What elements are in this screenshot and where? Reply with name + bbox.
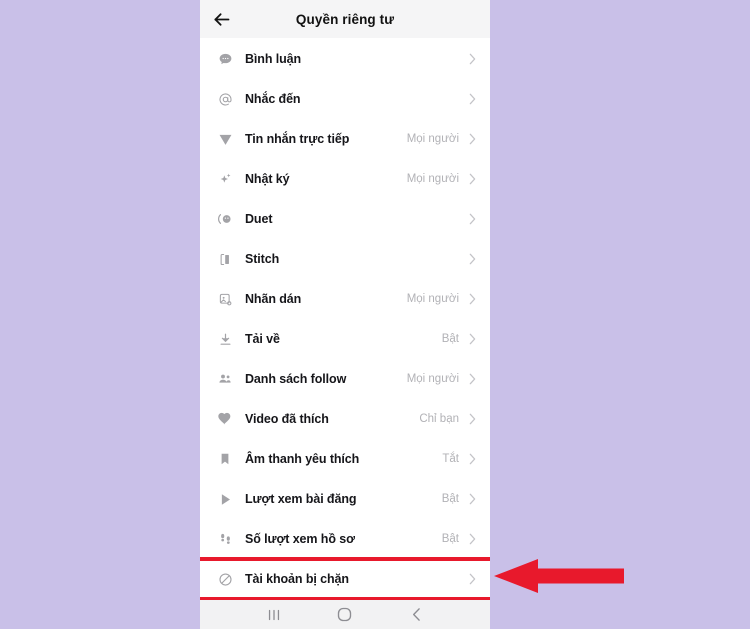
setting-row-favorite-sounds[interactable]: Âm thanh yêu thích Tắt — [200, 439, 490, 479]
setting-row-post-views[interactable]: Lượt xem bài đăng Bật — [200, 479, 490, 519]
setting-label: Bình luận — [245, 52, 302, 66]
setting-value: Bật — [441, 533, 459, 545]
bookmark-icon — [215, 449, 235, 469]
setting-row-stitch[interactable]: Stitch — [200, 239, 490, 279]
setting-row-download[interactable]: Tải về Bật — [200, 319, 490, 359]
sticker-icon — [215, 289, 235, 309]
setting-label: Tài khoản bị chặn — [245, 572, 349, 586]
setting-label: Tin nhắn trực tiếp — [245, 132, 350, 146]
privacy-settings-list: Bình luận Nhắc đến Tin nhắn trực tiếp Mọ… — [200, 38, 490, 600]
phone-screen: Quyền riêng tư Bình luận Nhắc đến Tin nh… — [200, 0, 490, 629]
duet-icon — [215, 209, 235, 229]
setting-label: Nhật ký — [245, 172, 290, 186]
back-button[interactable] — [209, 7, 233, 31]
recents-icon[interactable] — [259, 604, 289, 626]
chevron-right-icon — [468, 172, 476, 186]
back-arrow-icon — [211, 9, 232, 30]
chevron-right-icon — [468, 572, 476, 586]
android-navigation-bar — [200, 600, 490, 629]
send-plane-icon — [215, 129, 235, 149]
setting-value: Bật — [441, 333, 459, 345]
setting-row-duet[interactable]: Duet — [200, 199, 490, 239]
play-icon — [215, 489, 235, 509]
setting-value: Tắt — [442, 453, 459, 465]
setting-label: Số lượt xem hồ sơ — [245, 532, 355, 546]
comment-bubble-icon — [215, 49, 235, 69]
sparkle-icon — [215, 169, 235, 189]
page-title: Quyền riêng tư — [295, 11, 395, 27]
setting-label: Danh sách follow — [245, 372, 347, 386]
heart-icon — [215, 409, 235, 429]
chevron-right-icon — [468, 412, 476, 426]
left-pointing-arrow-icon — [494, 557, 624, 595]
setting-value: Mọi người — [406, 133, 459, 145]
setting-label: Lượt xem bài đăng — [245, 492, 357, 506]
chevron-right-icon — [468, 92, 476, 106]
chevron-right-icon — [468, 252, 476, 266]
setting-label: Stitch — [245, 252, 280, 266]
chevron-right-icon — [468, 372, 476, 386]
mention-at-icon — [215, 89, 235, 109]
setting-row-blocked-accounts[interactable]: Tài khoản bị chặn — [200, 557, 490, 600]
setting-row-liked-videos[interactable]: Video đã thích Chỉ bạn — [200, 399, 490, 439]
setting-label: Âm thanh yêu thích — [245, 452, 360, 466]
setting-row-following-list[interactable]: Danh sách follow Mọi người — [200, 359, 490, 399]
home-circle-icon[interactable] — [330, 604, 360, 626]
setting-label: Duet — [245, 212, 273, 226]
footprints-icon — [215, 529, 235, 549]
chevron-right-icon — [468, 532, 476, 546]
setting-row-profile-views[interactable]: Số lượt xem hồ sơ Bật — [200, 519, 490, 559]
setting-label: Tải về — [245, 332, 280, 346]
chevron-right-icon — [468, 452, 476, 466]
setting-value: Bật — [441, 493, 459, 505]
setting-value: Mọi người — [406, 293, 459, 305]
chevron-right-icon — [468, 52, 476, 66]
setting-value: Mọi người — [406, 373, 459, 385]
stitch-icon — [215, 249, 235, 269]
app-header: Quyền riêng tư — [200, 0, 490, 38]
setting-row-stickers[interactable]: Nhãn dán Mọi người — [200, 279, 490, 319]
chevron-right-icon — [468, 292, 476, 306]
back-chevron-icon[interactable] — [401, 604, 431, 626]
block-circle-icon — [215, 569, 235, 589]
setting-value: Chỉ bạn — [419, 413, 459, 425]
chevron-right-icon — [468, 332, 476, 346]
setting-label: Nhắc đến — [245, 92, 301, 106]
setting-value: Mọi người — [406, 173, 459, 185]
setting-row-stories[interactable]: Nhật ký Mọi người — [200, 159, 490, 199]
people-group-icon — [215, 369, 235, 389]
chevron-right-icon — [468, 492, 476, 506]
setting-label: Nhãn dán — [245, 292, 302, 306]
setting-label: Video đã thích — [245, 412, 329, 426]
chevron-right-icon — [468, 132, 476, 146]
setting-row-direct-messages[interactable]: Tin nhắn trực tiếp Mọi người — [200, 119, 490, 159]
download-icon — [215, 329, 235, 349]
setting-row-comments[interactable]: Bình luận — [200, 39, 490, 79]
chevron-right-icon — [468, 212, 476, 226]
setting-row-mentions[interactable]: Nhắc đến — [200, 79, 490, 119]
